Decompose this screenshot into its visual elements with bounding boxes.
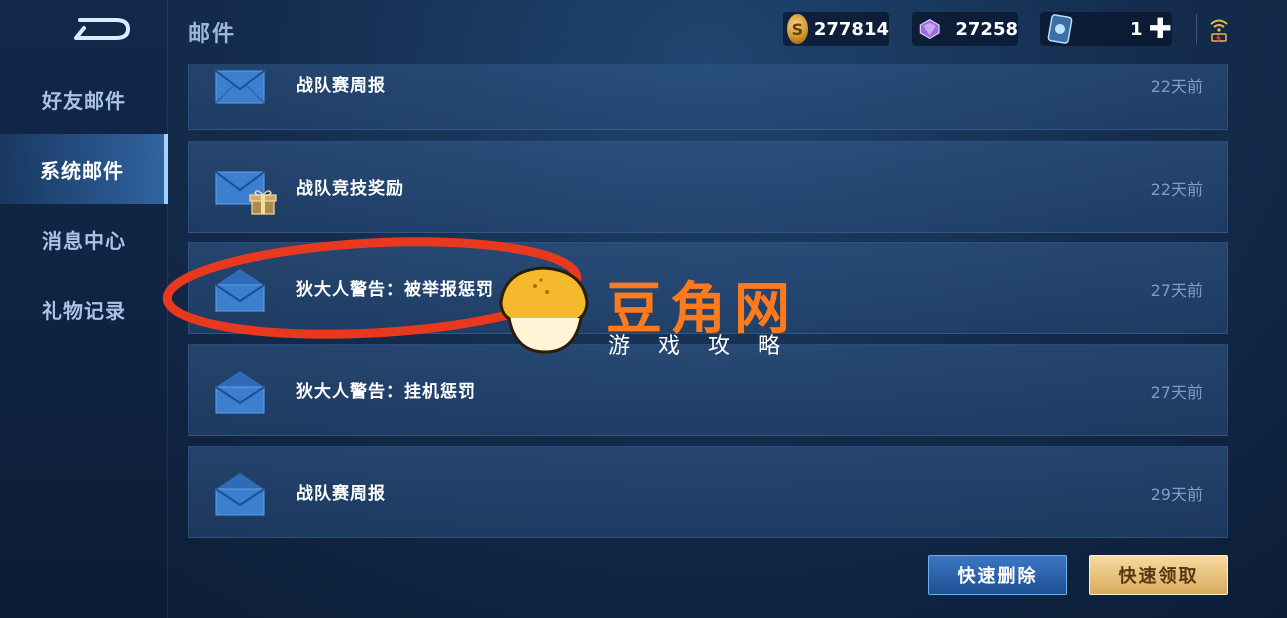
mail-time: 22天前 (1150, 180, 1203, 199)
mail-title: 战队赛周报 (296, 76, 386, 96)
quick-claim-button[interactable]: 快速领取 (1089, 555, 1228, 595)
page-title: 邮件 (188, 22, 237, 47)
back-arrow-icon (74, 18, 131, 40)
header-divider (1196, 14, 1197, 44)
envelope-icon (215, 70, 265, 104)
mail-row[interactable]: 战队赛周报 29天前 (188, 446, 1228, 538)
mail-title: 战队竞技奖励 (296, 179, 404, 199)
gold-amount: 277814 (813, 18, 889, 40)
mail-time: 22天前 (1150, 77, 1203, 96)
diamond-icon (919, 18, 940, 40)
mail-time: 27天前 (1150, 281, 1203, 300)
mail-row[interactable]: 战队竞技奖励 22天前 (188, 141, 1228, 233)
diamond-currency: 27258 (912, 12, 1018, 46)
back-button[interactable] (70, 14, 138, 44)
sidebar-item-label: 好友邮件 (42, 88, 126, 113)
sidebar-item-label: 礼物记录 (42, 298, 126, 323)
mail-title: 战队赛周报 (296, 484, 386, 504)
sidebar-item-label: 系统邮件 (40, 158, 124, 183)
mail-time: 29天前 (1150, 485, 1203, 504)
mail-time: 27天前 (1150, 383, 1203, 402)
ticket-amount: 1 (1130, 18, 1143, 40)
sidebar-item-gift-record[interactable]: 礼物记录 (0, 274, 168, 344)
open-envelope-icon (215, 371, 265, 414)
mail-title: 狄大人警告：挂机惩罚 (296, 382, 476, 402)
sidebar-item-message-center[interactable]: 消息中心 (0, 204, 168, 274)
open-envelope-icon (215, 269, 265, 312)
gift-icon (249, 190, 277, 215)
sidebar-item-system-mail[interactable]: 系统邮件 (0, 134, 168, 204)
add-ticket-button[interactable]: ✚ (1149, 15, 1172, 43)
gold-currency: S 277814 (783, 12, 889, 46)
ticket-currency: 1 ✚ (1040, 12, 1172, 46)
quick-delete-button[interactable]: 快速删除 (928, 555, 1067, 595)
gold-coin-icon: S (787, 14, 808, 44)
mail-title: 狄大人警告：被举报惩罚 (296, 280, 494, 300)
mail-row[interactable]: 战队赛周报 22天前 (188, 64, 1228, 130)
sidebar: 好友邮件 系统邮件 消息中心 礼物记录 (0, 0, 168, 618)
diamond-amount: 27258 (955, 18, 1018, 40)
watermark-subtitle: 游戏攻略 (608, 334, 809, 359)
ticket-card-icon (1047, 14, 1073, 44)
sidebar-item-friend-mail[interactable]: 好友邮件 (0, 64, 168, 134)
sidebar-item-label: 消息中心 (42, 228, 126, 253)
wifi-battery-icon (1210, 19, 1228, 42)
watermark-logo-icon (499, 266, 589, 354)
open-envelope-icon (215, 473, 265, 516)
